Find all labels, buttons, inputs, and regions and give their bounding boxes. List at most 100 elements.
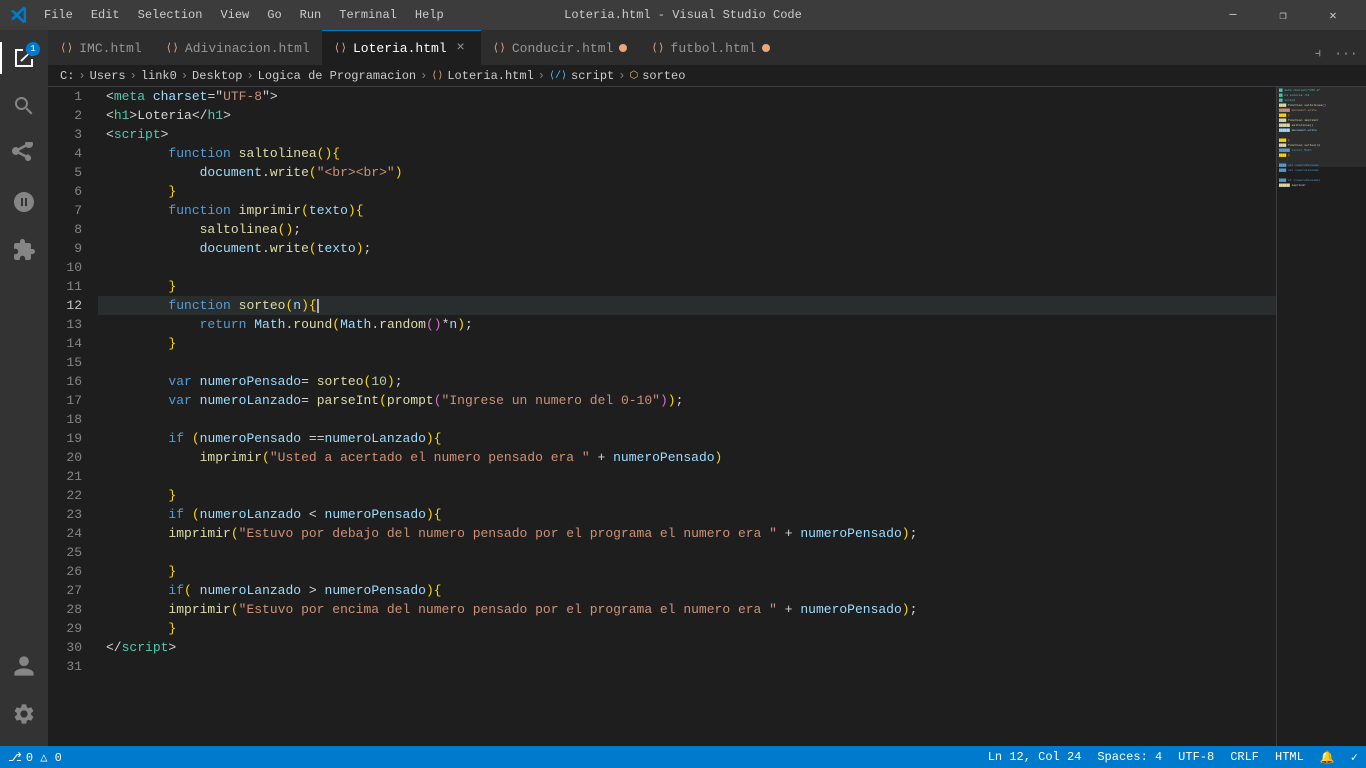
minimap[interactable]: ██ meta charset="UTF-8" ██ h1 Loteria /h… <box>1276 87 1366 746</box>
tab-adivinacion-label: Adivinacion.html <box>185 41 310 56</box>
code-line-19: if (numeroPensado ==numeroLanzado){ <box>98 429 1276 448</box>
tab-imc[interactable]: ⟨⟩ IMC.html <box>48 30 154 65</box>
line-num-14: 14 <box>48 334 90 353</box>
line-num-15: 15 <box>48 353 90 372</box>
code-line-1: <meta charset="UTF-8"> <box>98 87 1276 106</box>
code-line-9: document.write(texto); <box>98 239 1276 258</box>
line-num-7: 7 <box>48 201 90 220</box>
menu-terminal[interactable]: Terminal <box>331 6 405 24</box>
activity-run-debug[interactable] <box>0 178 48 226</box>
line-num-4: 4 <box>48 144 90 163</box>
breadcrumb-script[interactable]: script <box>571 69 614 83</box>
tab-conducir[interactable]: ⟨⟩ Conducir.html <box>481 30 640 65</box>
line-num-27: 27 <box>48 581 90 600</box>
line-num-31: 31 <box>48 657 90 676</box>
code-line-5: document.write("<br><br>") <box>98 163 1276 182</box>
titlebar-menu: File Edit Selection View Go Run Terminal… <box>36 6 452 24</box>
menu-edit[interactable]: Edit <box>83 6 128 24</box>
status-git[interactable]: ⎇ 0 △ 0 <box>0 746 70 768</box>
tab-futbol-dot <box>762 44 770 52</box>
line-num-5: 5 <box>48 163 90 182</box>
tab-futbol-label: futbol.html <box>671 41 757 56</box>
tab-conducir-icon: ⟨⟩ <box>493 41 506 55</box>
activity-extensions[interactable] <box>0 226 48 274</box>
status-language[interactable]: HTML <box>1267 746 1312 768</box>
activity-source-control[interactable] <box>0 130 48 178</box>
code-line-28: imprimir("Estuvo por encima del numero p… <box>98 600 1276 619</box>
code-line-26: } <box>98 562 1276 581</box>
line-num-11: 11 <box>48 277 90 296</box>
breadcrumb-users[interactable]: Users <box>90 69 126 83</box>
editor-area: ⟨⟩ IMC.html ⟨⟩ Adivinacion.html ⟨⟩ Loter… <box>48 30 1366 746</box>
code-line-6: } <box>98 182 1276 201</box>
status-encoding-text: UTF-8 <box>1178 750 1214 764</box>
line-num-8: 8 <box>48 220 90 239</box>
breadcrumb-logica[interactable]: Logica de Programacion <box>258 69 416 83</box>
line-num-16: 16 <box>48 372 90 391</box>
tab-conducir-label: Conducir.html <box>512 41 613 56</box>
breadcrumb-desktop[interactable]: Desktop <box>192 69 242 83</box>
status-git-text: 0 △ 0 <box>26 750 62 765</box>
window-controls: ─ ❐ ✕ <box>1210 0 1356 30</box>
menu-view[interactable]: View <box>212 6 257 24</box>
status-spaces[interactable]: Spaces: 4 <box>1089 746 1170 768</box>
status-right: Ln 12, Col 24 Spaces: 4 UTF-8 CRLF HTML … <box>980 746 1366 768</box>
tab-futbol[interactable]: ⟨⟩ futbol.html <box>639 30 782 65</box>
menu-help[interactable]: Help <box>407 6 452 24</box>
titlebar-left: File Edit Selection View Go Run Terminal… <box>10 6 452 24</box>
tab-conducir-dot <box>619 44 627 52</box>
breadcrumb-link0[interactable]: link0 <box>141 69 177 83</box>
status-left: ⎇ 0 △ 0 <box>0 746 70 768</box>
minimize-button[interactable]: ─ <box>1210 0 1256 30</box>
status-check[interactable]: ✓ <box>1343 746 1366 768</box>
status-notifications[interactable]: 🔔 <box>1312 746 1343 768</box>
activity-settings[interactable] <box>0 690 48 738</box>
activity-explorer[interactable]: 1 <box>0 34 48 82</box>
breadcrumb-file[interactable]: Loteria.html <box>447 69 533 83</box>
tab-loteria[interactable]: ⟨⟩ Loteria.html × <box>322 30 481 65</box>
split-editor-button[interactable]: ⫞ <box>1306 41 1330 65</box>
code-line-22: } <box>98 486 1276 505</box>
code-line-11: } <box>98 277 1276 296</box>
code-area[interactable]: <meta charset="UTF-8"> <h1>Loteria</h1> … <box>98 87 1276 746</box>
status-encoding[interactable]: UTF-8 <box>1170 746 1222 768</box>
restore-button[interactable]: ❐ <box>1260 0 1306 30</box>
status-position[interactable]: Ln 12, Col 24 <box>980 746 1090 768</box>
tab-adivinacion[interactable]: ⟨⟩ Adivinacion.html <box>154 30 322 65</box>
close-button[interactable]: ✕ <box>1310 0 1356 30</box>
status-spaces-text: Spaces: 4 <box>1097 750 1162 764</box>
code-line-31 <box>98 657 1276 676</box>
vscode-logo-icon <box>10 6 28 24</box>
line-num-6: 6 <box>48 182 90 201</box>
menu-file[interactable]: File <box>36 6 81 24</box>
code-line-14: } <box>98 334 1276 353</box>
tab-loteria-close[interactable]: × <box>453 40 469 56</box>
line-num-29: 29 <box>48 619 90 638</box>
menu-selection[interactable]: Selection <box>130 6 211 24</box>
activity-account[interactable] <box>0 642 48 690</box>
code-line-3: <script> <box>98 125 1276 144</box>
titlebar: File Edit Selection View Go Run Terminal… <box>0 0 1366 30</box>
breadcrumb-sorteo[interactable]: sorteo <box>642 69 685 83</box>
more-tabs-button[interactable]: ··· <box>1334 41 1358 65</box>
status-ln-col: Ln 12, Col 24 <box>988 750 1082 764</box>
menu-run[interactable]: Run <box>292 6 330 24</box>
code-line-16: var numeroPensado= sorteo(10); <box>98 372 1276 391</box>
activity-search[interactable] <box>0 82 48 130</box>
status-eol[interactable]: CRLF <box>1222 746 1267 768</box>
code-line-30: </script> <box>98 638 1276 657</box>
tab-futbol-icon: ⟨⟩ <box>651 41 664 55</box>
activity-bar: 1 <box>0 30 48 746</box>
code-line-15 <box>98 353 1276 372</box>
tab-loteria-label: Loteria.html <box>353 41 447 56</box>
main-layout: 1 ⟨⟩ IMC.html <box>0 30 1366 746</box>
window-title: Loteria.html - Visual Studio Code <box>564 8 802 22</box>
breadcrumb-c[interactable]: C: <box>60 69 74 83</box>
minimap-content: ██ meta charset="UTF-8" ██ h1 Loteria /h… <box>1277 87 1366 746</box>
line-num-13: 13 <box>48 315 90 334</box>
line-num-20: 20 <box>48 448 90 467</box>
tab-imc-icon: ⟨⟩ <box>60 41 73 55</box>
notification-badge: 1 <box>26 42 40 56</box>
code-line-25 <box>98 543 1276 562</box>
menu-go[interactable]: Go <box>259 6 289 24</box>
